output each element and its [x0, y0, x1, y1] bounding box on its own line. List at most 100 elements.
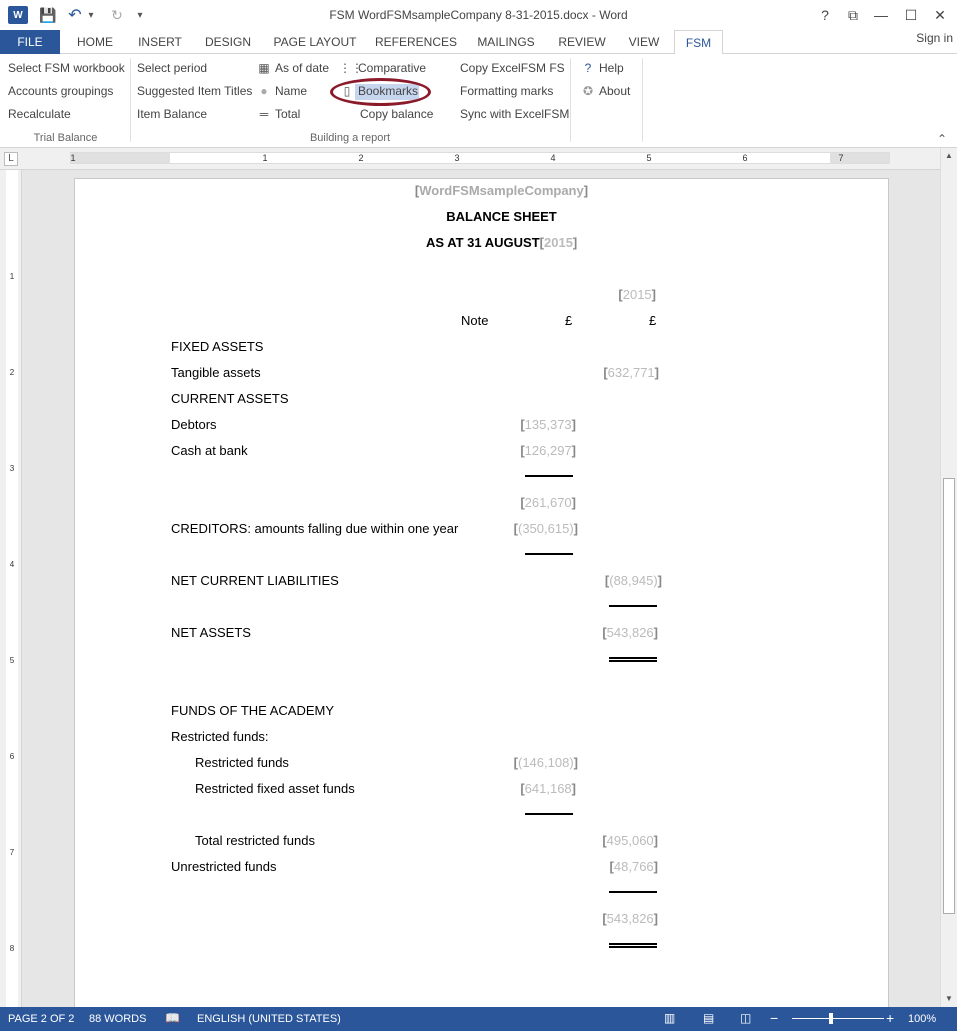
- group-label-building-a-report: Building a report: [309, 132, 391, 144]
- comparative-label: Comparative: [358, 61, 427, 75]
- select-period-label: Select period: [137, 61, 208, 75]
- suggested-item-titles-button[interactable]: Suggested Item Titles: [137, 82, 252, 100]
- sync-with-excelfsm-button[interactable]: Sync with ExcelFSM: [460, 105, 569, 123]
- document-page[interactable]: WordFSMsampleCompany BALANCE SHEET AS AT…: [74, 178, 889, 1007]
- restricted-fixed-asset-funds-label: Restricted fixed asset funds: [195, 781, 355, 796]
- about-ribbon-icon: ✪: [582, 84, 594, 98]
- current-assets-subtotal[interactable]: 261,670: [520, 495, 576, 510]
- copy-excelfsm-fs-button[interactable]: Copy ExcelFSM FS: [460, 59, 565, 77]
- horizontal-ruler[interactable]: L 1 1 2 3 4 5 6 7: [0, 148, 940, 170]
- cash-at-bank-value[interactable]: 126,297: [520, 443, 576, 458]
- select-period-button[interactable]: Select period: [137, 59, 207, 77]
- tangible-assets-label: Tangible assets: [171, 365, 261, 380]
- title-bar: W 💾 ↶ ▾ ↻ ▾ FSM WordFSMsampleCompany 8-3…: [0, 0, 957, 30]
- vertical-ruler[interactable]: 1 2 3 4 5 6 7 8: [0, 170, 22, 1007]
- bookmarks-button[interactable]: ▯ Bookmarks: [339, 82, 418, 100]
- zoom-slider-thumb[interactable]: [829, 1013, 833, 1024]
- net-assets-value[interactable]: 543,826: [602, 625, 658, 640]
- scrollbar-thumb[interactable]: [943, 478, 955, 914]
- about-button[interactable]: ✪ About: [580, 82, 630, 100]
- tab-design[interactable]: DESIGN: [196, 30, 260, 54]
- year-bookmark[interactable]: 2015: [540, 235, 578, 250]
- copy-balance-button[interactable]: Copy balance: [360, 105, 433, 123]
- creditors-value[interactable]: (350,615): [514, 521, 578, 536]
- debtors-value[interactable]: 135,373: [520, 417, 576, 432]
- help-label: Help: [599, 61, 624, 75]
- zoom-in-button[interactable]: +: [886, 1010, 894, 1026]
- tab-fsm[interactable]: FSM: [674, 30, 723, 55]
- cash-at-bank-label: Cash at bank: [171, 443, 248, 458]
- recalculate-button[interactable]: Recalculate: [8, 105, 71, 123]
- tab-insert[interactable]: INSERT: [130, 30, 190, 54]
- comparative-button[interactable]: ⋮⋮ Comparative: [339, 59, 426, 77]
- debtors-label: Debtors: [171, 417, 217, 432]
- total-restricted-funds-value[interactable]: 495,060: [602, 833, 658, 848]
- minimize-button[interactable]: —: [869, 4, 893, 26]
- zoom-out-button[interactable]: −: [770, 1010, 778, 1026]
- proofing-icon[interactable]: 📖: [165, 1011, 180, 1025]
- tab-mailings[interactable]: MAILINGS: [470, 30, 542, 54]
- company-name-bookmark[interactable]: WordFSMsampleCompany: [75, 183, 928, 198]
- document-area[interactable]: WordFSMsampleCompany BALANCE SHEET AS AT…: [22, 170, 940, 1007]
- vruler-number: 1: [9, 272, 15, 281]
- fsm-ribbon: Select FSM workbook Accounts groupings R…: [0, 54, 957, 148]
- total-button[interactable]: ═ Total: [256, 105, 301, 123]
- vertical-ruler-strip: [6, 170, 18, 1007]
- company-name: WordFSMsampleCompany: [419, 183, 584, 198]
- help-ribbon-button[interactable]: ? Help: [580, 59, 624, 77]
- item-balance-label: Item Balance: [137, 107, 208, 121]
- help-button[interactable]: ?: [813, 4, 837, 26]
- vertical-scrollbar[interactable]: ▲ ▼: [940, 148, 957, 1007]
- as-of-date-button[interactable]: ▦ As of date: [256, 59, 329, 77]
- ruler-number: 2: [358, 153, 364, 163]
- formatting-marks-label: Formatting marks: [460, 84, 554, 98]
- scroll-up-icon[interactable]: ▲: [941, 148, 957, 164]
- tab-page-layout[interactable]: PAGE LAYOUT: [268, 30, 362, 54]
- unrestricted-rule: [609, 891, 657, 893]
- web-layout-icon[interactable]: ◫: [740, 1011, 751, 1025]
- balance-sheet-heading: BALANCE SHEET: [446, 209, 557, 224]
- maximize-button[interactable]: ☐: [899, 4, 923, 26]
- scroll-down-icon[interactable]: ▼: [941, 991, 957, 1007]
- ribbon-display-options-icon[interactable]: ⧉: [841, 4, 865, 26]
- collapse-ribbon-icon[interactable]: ⌃: [937, 132, 947, 146]
- grand-total-double-rule: [609, 943, 657, 948]
- restricted-fixed-asset-funds-value[interactable]: 641,168: [520, 781, 576, 796]
- vruler-number: 5: [9, 656, 15, 665]
- vruler-number: 2: [9, 368, 15, 377]
- tab-references[interactable]: REFERENCES: [372, 30, 460, 54]
- group-label-trial-balance: Trial Balance: [33, 132, 98, 144]
- tangible-assets-value[interactable]: 632,771: [603, 365, 659, 380]
- tab-selector-icon[interactable]: L: [4, 152, 18, 166]
- select-fsm-workbook-button[interactable]: Select FSM workbook: [8, 59, 125, 77]
- zoom-level[interactable]: 100%: [908, 1013, 936, 1025]
- grand-total-value[interactable]: 543,826: [602, 911, 658, 926]
- tab-review[interactable]: REVIEW: [552, 30, 612, 54]
- group-separator: [570, 58, 571, 142]
- unrestricted-funds-value[interactable]: 48,766: [610, 859, 658, 874]
- tab-home[interactable]: HOME: [66, 30, 124, 54]
- accounts-groupings-button[interactable]: Accounts groupings: [8, 82, 113, 100]
- column-year-bookmark[interactable]: 2015: [618, 287, 656, 302]
- net-assets-double-rule: [609, 657, 657, 662]
- close-button[interactable]: ✕: [928, 4, 952, 26]
- restricted-funds-value[interactable]: (146,108): [514, 755, 578, 770]
- restricted-funds-label: Restricted funds: [195, 755, 289, 770]
- vruler-number: 8: [9, 944, 15, 953]
- net-current-liabilities-value[interactable]: (88,945): [605, 573, 662, 588]
- read-mode-icon[interactable]: ▥: [664, 1011, 675, 1025]
- formatting-marks-button[interactable]: Formatting marks: [460, 82, 553, 100]
- ncl-rule: [609, 605, 657, 607]
- tab-view[interactable]: VIEW: [620, 30, 668, 54]
- print-layout-icon[interactable]: ▤: [703, 1011, 714, 1025]
- item-balance-button[interactable]: Item Balance: [137, 105, 207, 123]
- page-count-status[interactable]: PAGE 2 OF 2: [8, 1013, 74, 1025]
- sign-in-link[interactable]: Sign in: [916, 31, 953, 45]
- word-count-status[interactable]: 88 WORDS: [89, 1013, 146, 1025]
- ribbon-tabs: FILE HOME INSERT DESIGN PAGE LAYOUT REFE…: [0, 30, 957, 55]
- tab-file[interactable]: FILE: [0, 30, 60, 54]
- name-button[interactable]: ● Name: [256, 82, 307, 100]
- language-status[interactable]: ENGLISH (UNITED STATES): [197, 1013, 341, 1025]
- zoom-slider[interactable]: [792, 1018, 884, 1019]
- net-current-liabilities-label: NET CURRENT LIABILITIES: [171, 573, 339, 588]
